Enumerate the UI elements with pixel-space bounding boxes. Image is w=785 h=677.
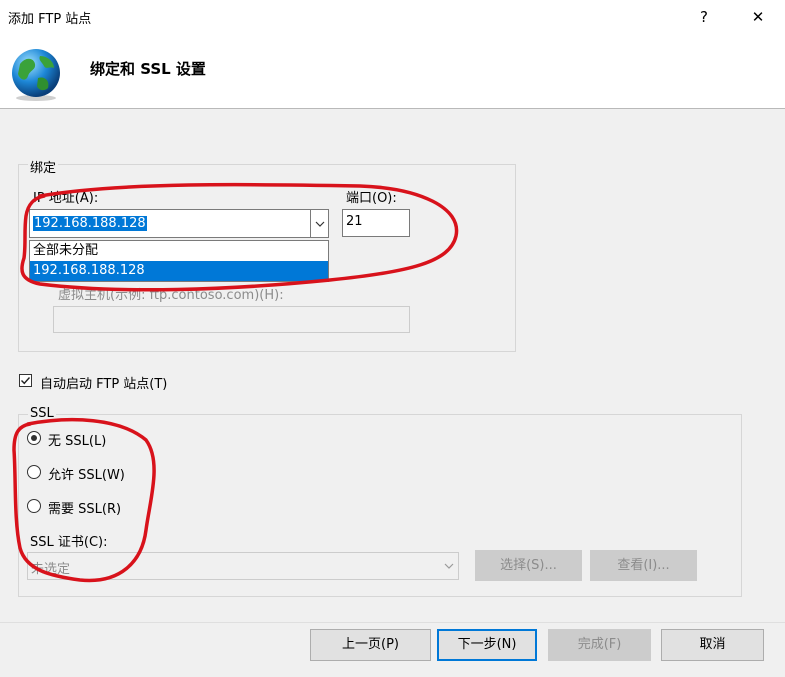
ssl-cert-combo[interactable]: 未选定 bbox=[27, 552, 459, 580]
autostart-label: 自动启动 FTP 站点(T) bbox=[40, 377, 168, 392]
chevron-down-icon[interactable] bbox=[440, 553, 458, 579]
footer-divider bbox=[0, 622, 785, 623]
virtual-host-label: 虚拟主机(示例: ftp.contoso.com)(H): bbox=[58, 288, 284, 303]
ssl-cert-label: SSL 证书(C): bbox=[30, 535, 108, 550]
require-ssl-label: 需要 SSL(R) bbox=[48, 502, 122, 517]
cancel-button[interactable]: 取消 bbox=[661, 629, 764, 661]
close-button[interactable]: ✕ bbox=[735, 4, 781, 30]
allow-ssl-label: 允许 SSL(W) bbox=[48, 468, 125, 483]
globe-icon bbox=[12, 49, 60, 101]
help-button[interactable]: ? bbox=[681, 4, 727, 30]
ssl-group-label: SSL bbox=[28, 406, 56, 421]
ssl-cert-value: 未选定 bbox=[31, 562, 71, 577]
radio-allow-ssl[interactable] bbox=[27, 465, 41, 479]
page-title: 绑定和 SSL 设置 bbox=[90, 60, 206, 78]
dropdown-option-ip[interactable]: 192.168.188.128 bbox=[30, 261, 328, 281]
view-cert-button[interactable]: 查看(I)... bbox=[590, 550, 697, 581]
radio-dot bbox=[31, 435, 37, 441]
ip-address-combo[interactable]: 192.168.188.128 bbox=[29, 209, 329, 238]
radio-no-ssl[interactable] bbox=[27, 431, 41, 445]
no-ssl-label: 无 SSL(L) bbox=[48, 434, 107, 449]
window-title: 添加 FTP 站点 bbox=[8, 12, 92, 27]
next-button[interactable]: 下一步(N) bbox=[437, 629, 537, 661]
previous-button[interactable]: 上一页(P) bbox=[310, 629, 431, 661]
radio-require-ssl[interactable] bbox=[27, 499, 41, 513]
select-cert-button[interactable]: 选择(S)... bbox=[475, 550, 582, 581]
ip-address-label: IP 地址(A): bbox=[33, 191, 99, 206]
binding-group-label: 绑定 bbox=[28, 157, 59, 176]
check-icon bbox=[21, 377, 31, 385]
virtual-host-input[interactable] bbox=[53, 306, 410, 333]
chevron-down-icon[interactable] bbox=[310, 210, 328, 237]
port-input[interactable]: 21 bbox=[342, 209, 410, 237]
dropdown-option-unassigned[interactable]: 全部未分配 bbox=[30, 241, 328, 261]
autostart-checkbox[interactable] bbox=[19, 374, 32, 387]
port-label: 端口(O): bbox=[346, 191, 397, 206]
finish-button[interactable]: 完成(F) bbox=[548, 629, 651, 661]
ip-address-dropdown[interactable]: 全部未分配 192.168.188.128 bbox=[29, 240, 329, 282]
title-bar bbox=[0, 0, 785, 34]
ip-address-value: 192.168.188.128 bbox=[33, 216, 147, 231]
